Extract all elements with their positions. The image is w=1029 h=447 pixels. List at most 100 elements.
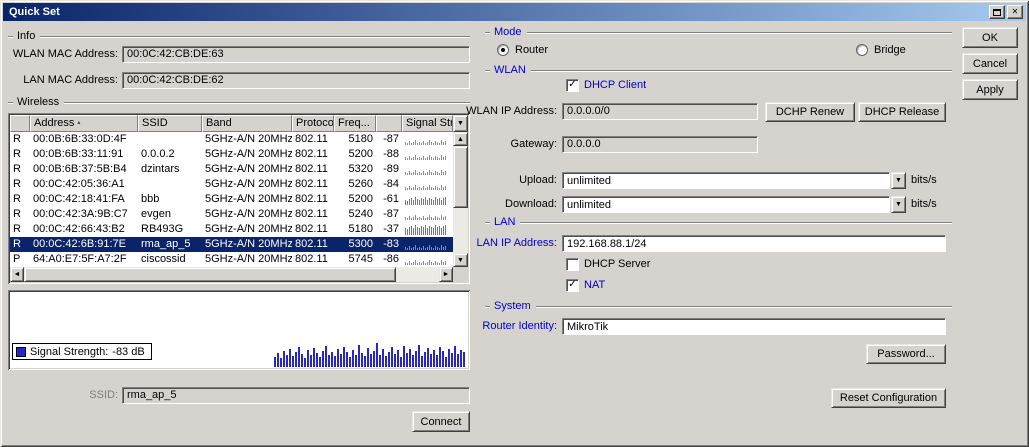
wlan-ip-label: WLAN IP Address: <box>466 105 557 117</box>
quick-set-window: Quick Set ✕ Info WLAN MAC Address: 00:0C… <box>0 0 1029 447</box>
header-flag[interactable] <box>10 115 30 132</box>
upload-unit-label: bits/s <box>911 174 937 186</box>
wlan-mac-label: WLAN MAC Address: <box>12 48 118 60</box>
ssid-cell: RB493G <box>141 223 184 235</box>
sort-ascending-icon: ▴ <box>77 120 81 126</box>
ssid-cell: evgen <box>141 208 171 220</box>
legend-label: Signal Strength: <box>30 345 109 358</box>
nat-checkbox[interactable]: ✓ <box>566 279 579 292</box>
dhcp-client-checkbox[interactable]: ✓ <box>566 79 579 92</box>
lan-ip-input[interactable] <box>562 235 946 252</box>
cancel-button[interactable]: Cancel <box>962 53 1018 74</box>
flag-cell: R <box>13 163 21 175</box>
dhcp-server-checkbox[interactable] <box>566 258 579 271</box>
scroll-down-button[interactable]: ▼ <box>453 253 468 267</box>
connect-button[interactable]: Connect <box>412 411 470 432</box>
flag-cell: R <box>13 238 21 250</box>
ssid-cell: dzintars <box>141 163 180 175</box>
apply-button[interactable]: Apply <box>962 79 1018 100</box>
signal-legend: Signal Strength: -83 dB <box>12 343 152 360</box>
maximize-button[interactable] <box>989 5 1005 19</box>
password-button[interactable]: Password... <box>866 344 946 364</box>
protocol-cell: 802.11 <box>295 238 328 250</box>
arrow-left-icon: ◄ <box>13 271 21 278</box>
flag-cell: R <box>13 193 21 205</box>
arrow-down-icon: ▼ <box>457 256 464 264</box>
maximize-icon <box>993 8 1001 16</box>
legend-value: -83 dB <box>112 345 145 358</box>
protocol-cell: 802.11 <box>295 193 328 205</box>
router-identity-input[interactable] <box>562 318 946 335</box>
ok-button[interactable]: OK <box>962 27 1018 48</box>
protocol-cell: 802.11 <box>295 148 328 160</box>
protocol-cell: 802.11 <box>295 223 328 235</box>
signal-histogram <box>274 343 465 367</box>
address-cell: 00:0C:42:66:43:B2 <box>33 223 125 235</box>
ssid-field: rma_ap_5 <box>122 387 470 404</box>
flag-cell: P <box>13 253 21 265</box>
address-cell: 00:0C:42:18:41:FA <box>33 193 125 205</box>
lan-group-label: LAN <box>494 216 516 228</box>
header-protocol[interactable]: Protocol <box>292 115 334 132</box>
dhcp-client-label[interactable]: DHCP Client <box>584 77 646 94</box>
check-icon: ✓ <box>568 279 577 290</box>
scroll-left-button[interactable]: ◄ <box>10 267 24 282</box>
ssid-cell: rma_ap_5 <box>141 238 191 250</box>
flag-cell: R <box>13 178 21 190</box>
scrollbar-corner <box>453 267 468 282</box>
mode-group-label: Mode <box>494 26 522 38</box>
mode-bridge-label[interactable]: Bridge <box>874 42 906 59</box>
lan-ip-label: LAN IP Address: <box>476 237 557 249</box>
chevron-down-icon: ▼ <box>457 120 464 127</box>
lan-mac-field: 00:0C:42:CB:DE:62 <box>122 72 470 89</box>
info-group-separator: Info <box>8 30 470 43</box>
header-band[interactable]: Band <box>202 115 292 132</box>
system-group-label: System <box>494 300 531 312</box>
band-cell: 5GHz-A/N 20MHz <box>205 178 292 190</box>
dhcp-renew-button[interactable]: DCHP Renew <box>765 102 855 122</box>
titlebar[interactable]: Quick Set ✕ <box>3 3 1026 21</box>
scroll-right-button[interactable]: ► <box>439 267 453 282</box>
ssid-cell <box>138 177 202 192</box>
upload-unit-dropdown-button[interactable]: ▼ <box>891 172 906 189</box>
upload-input[interactable] <box>562 172 890 189</box>
wlan-group-label: WLAN <box>494 64 526 76</box>
lan-group-separator: LAN <box>485 216 952 229</box>
info-group-label: Info <box>17 30 36 42</box>
band-cell: 5GHz-A/N 20MHz <box>205 163 292 175</box>
separator-line <box>535 305 952 308</box>
download-input[interactable] <box>562 196 890 213</box>
address-cell: 00:0B:6B:33:11:91 <box>33 148 124 160</box>
close-button[interactable]: ✕ <box>1007 5 1023 19</box>
band-cell: 5GHz-A/N 20MHz <box>205 193 292 205</box>
separator-line <box>520 221 952 224</box>
nat-label[interactable]: NAT <box>584 277 605 294</box>
download-unit-dropdown-button[interactable]: ▼ <box>891 196 906 213</box>
horizontal-scrollbar-thumb[interactable] <box>24 267 396 282</box>
signal-cell: -86 <box>383 253 399 265</box>
separator-line <box>530 69 952 72</box>
dhcp-server-label[interactable]: DHCP Server <box>584 256 650 273</box>
mode-bridge-radio[interactable] <box>856 44 868 56</box>
ssid-label: SSID: <box>89 389 118 401</box>
reset-configuration-button[interactable]: Reset Configuration <box>831 388 946 408</box>
mode-router-radio[interactable] <box>497 44 509 56</box>
horizontal-scrollbar[interactable]: ◄ ► <box>10 267 453 282</box>
radio-selected-dot <box>501 48 505 52</box>
mode-router-label[interactable]: Router <box>515 42 548 59</box>
dhcp-release-button[interactable]: DHCP Release <box>858 102 946 122</box>
lan-mac-label: LAN MAC Address: <box>23 74 118 86</box>
flag-cell: R <box>13 223 21 235</box>
system-group-separator: System <box>485 300 952 313</box>
header-address[interactable]: Address ▴ <box>30 115 138 132</box>
ssid-cell <box>138 132 202 147</box>
check-icon: ✓ <box>568 79 577 90</box>
address-cell: 64:A0:E7:5F:A7:2F <box>33 253 127 265</box>
address-cell: 00:0B:6B:33:0D:4F <box>33 133 127 145</box>
header-ssid[interactable]: SSID <box>138 115 202 132</box>
address-cell: 00:0C:42:05:36:A1 <box>33 178 125 190</box>
signal-bars <box>402 252 453 267</box>
wireless-table-row[interactable]: P 64:A0:E7:5F:A7:2F ciscossid 5GHz-A/N 2… <box>10 252 453 267</box>
band-cell: 5GHz-A/N 20MHz <box>205 253 292 265</box>
address-cell: 00:0B:6B:37:5B:B4 <box>33 163 127 175</box>
